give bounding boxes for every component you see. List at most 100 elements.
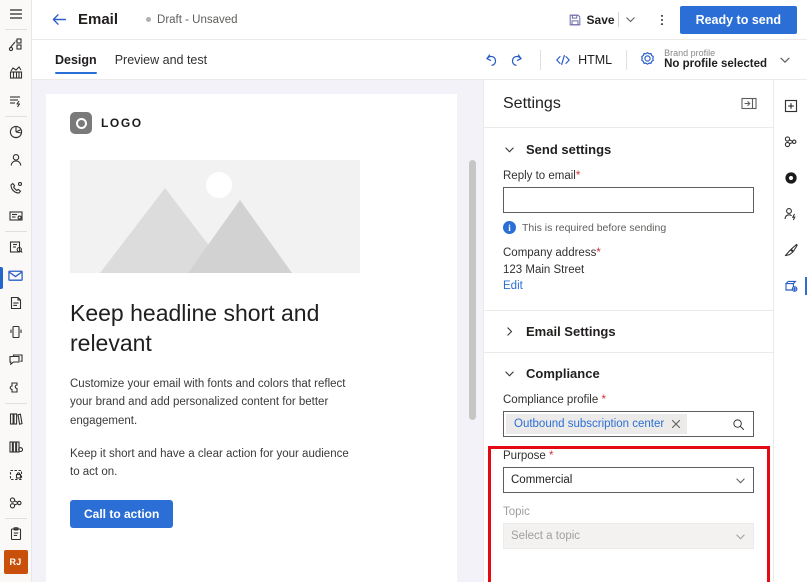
tab-preview-label: Preview and test xyxy=(114,52,208,67)
messages-icon[interactable] xyxy=(0,346,32,374)
section-compliance-title: Compliance xyxy=(526,366,600,381)
tab-bar: Design Preview and test HTML Brand profi… xyxy=(32,40,807,80)
status-text: Draft - Unsaved xyxy=(157,13,238,26)
compliance-profile-tag-text: Outbound subscription center xyxy=(514,418,665,430)
more-commands-icon[interactable] xyxy=(650,8,674,32)
chevron-down-icon xyxy=(503,368,515,379)
sitemap-icon[interactable] xyxy=(0,31,32,59)
status-dot-icon xyxy=(146,17,152,22)
section-send-settings-header[interactable]: Send settings xyxy=(503,142,754,157)
section-compliance: Compliance Compliance profile * Outbound… xyxy=(484,353,773,565)
section-send-settings: Send settings Reply to email* i This is … xyxy=(484,128,773,311)
avatar[interactable]: RJ xyxy=(0,548,32,576)
back-arrow-icon[interactable] xyxy=(46,7,72,33)
reply-to-email-hint: i This is required before sending xyxy=(503,221,754,234)
status-badge: Draft - Unsaved xyxy=(146,14,238,26)
forms-icon[interactable] xyxy=(0,202,32,230)
customer-voice-icon[interactable] xyxy=(0,174,32,202)
chevron-down-icon xyxy=(735,531,746,542)
chevron-down-icon xyxy=(735,475,746,486)
hamburger-menu-icon[interactable] xyxy=(0,0,32,28)
ready-to-send-button[interactable]: Ready to send xyxy=(679,5,797,34)
info-icon: i xyxy=(503,221,516,234)
company-address-label: Company address* xyxy=(503,247,754,259)
theme-icon[interactable] xyxy=(774,160,807,196)
brand-badge-icon xyxy=(641,51,655,65)
styles-brush-icon[interactable] xyxy=(774,232,807,268)
edit-address-link[interactable]: Edit xyxy=(503,280,523,292)
purpose-label-text: Purpose xyxy=(503,450,546,462)
call-to-action-button[interactable]: Call to action xyxy=(70,499,174,528)
brand-profile-picker[interactable]: Brand profile No profile selected xyxy=(637,48,793,72)
activities-icon[interactable] xyxy=(0,87,32,115)
topic-value: Select a topic xyxy=(511,530,581,542)
html-label: HTML xyxy=(578,52,613,67)
tab-design[interactable]: Design xyxy=(46,40,106,80)
undo-icon[interactable] xyxy=(478,47,504,73)
search-icon[interactable] xyxy=(727,418,749,431)
theme-circle-icon xyxy=(784,172,797,184)
section-email-settings-header[interactable]: Email Settings xyxy=(503,324,754,339)
purpose-label: Purpose * xyxy=(503,450,754,462)
compliance-profile-lookup[interactable]: Outbound subscription center xyxy=(503,411,754,437)
left-navigation-rail: RJ xyxy=(0,0,32,582)
fragments-icon[interactable] xyxy=(0,374,32,402)
hero-image-placeholder[interactable] xyxy=(70,160,360,273)
landing-page-icon[interactable] xyxy=(0,289,32,317)
brand-profile-caption: Brand profile xyxy=(664,47,716,58)
journeys-icon[interactable] xyxy=(0,489,32,517)
analytics-pie-icon[interactable] xyxy=(0,118,32,146)
email-logo-block[interactable]: LOGO xyxy=(70,112,433,134)
personalization-icon[interactable] xyxy=(774,196,807,232)
reply-to-email-label-text: Reply to email xyxy=(503,170,576,182)
section-compliance-header[interactable]: Compliance xyxy=(503,366,754,381)
remove-tag-close-icon[interactable] xyxy=(671,419,681,429)
assets-icon[interactable] xyxy=(0,461,32,489)
html-button[interactable]: HTML xyxy=(551,52,616,68)
reply-to-email-hint-text: This is required before sending xyxy=(522,221,667,234)
chevron-down-icon xyxy=(503,144,515,155)
segments-icon[interactable] xyxy=(0,233,32,261)
topic-label: Topic xyxy=(503,506,530,518)
rail-divider xyxy=(4,116,27,118)
settings-panel: Settings Send settings Reply to email* i… xyxy=(483,80,773,582)
tab-preview-and-test[interactable]: Preview and test xyxy=(106,40,216,80)
save-options-chevron-down-icon[interactable] xyxy=(622,9,640,31)
collapse-pane-icon[interactable] xyxy=(741,97,757,110)
email-headline[interactable]: Keep headline short and relevant xyxy=(70,298,360,359)
save-button[interactable]: Save xyxy=(568,13,615,27)
chevron-down-icon xyxy=(780,57,790,63)
brand-profile-value: No profile selected xyxy=(664,58,767,71)
canvas-scrollbar[interactable] xyxy=(469,160,476,420)
section-email-settings: Email Settings xyxy=(484,311,773,353)
page-title: Email xyxy=(78,11,119,28)
library-icon[interactable] xyxy=(0,405,32,433)
sidebar-item-emails[interactable] xyxy=(0,261,32,290)
email-preview-card[interactable]: LOGO Keep headline short and relevant Cu… xyxy=(46,94,457,582)
contacts-icon[interactable] xyxy=(0,146,32,174)
settings-properties-icon[interactable] xyxy=(774,268,807,304)
tab-design-label: Design xyxy=(55,52,97,67)
reply-to-email-input[interactable] xyxy=(503,187,754,213)
compliance-profile-label-text: Compliance profile xyxy=(503,394,599,406)
save-label: Save xyxy=(586,12,615,27)
dashboard-icon[interactable] xyxy=(0,59,32,87)
content-blocks-icon[interactable] xyxy=(0,433,32,461)
divider xyxy=(540,49,542,70)
layouts-icon[interactable] xyxy=(774,124,807,160)
reply-to-email-label: Reply to email* xyxy=(503,170,754,182)
purpose-dropdown[interactable]: Commercial xyxy=(503,467,754,493)
mobile-push-icon[interactable] xyxy=(0,318,32,346)
settings-title: Settings xyxy=(503,94,561,112)
redo-icon[interactable] xyxy=(504,47,530,73)
topic-dropdown[interactable]: Select a topic xyxy=(503,523,754,549)
clipboard-icon[interactable] xyxy=(0,520,32,548)
company-address-value: 123 Main Street xyxy=(503,264,585,276)
email-paragraph-2[interactable]: Keep it short and have a clear action fo… xyxy=(70,445,360,482)
main-area: Email Draft - Unsaved Save Ready to send… xyxy=(32,0,807,582)
save-disk-icon xyxy=(569,14,580,25)
add-element-icon[interactable] xyxy=(774,88,807,124)
compliance-profile-tag[interactable]: Outbound subscription center xyxy=(506,414,688,434)
email-paragraph-1[interactable]: Customize your email with fonts and colo… xyxy=(70,375,360,431)
logo-text: LOGO xyxy=(101,116,143,130)
